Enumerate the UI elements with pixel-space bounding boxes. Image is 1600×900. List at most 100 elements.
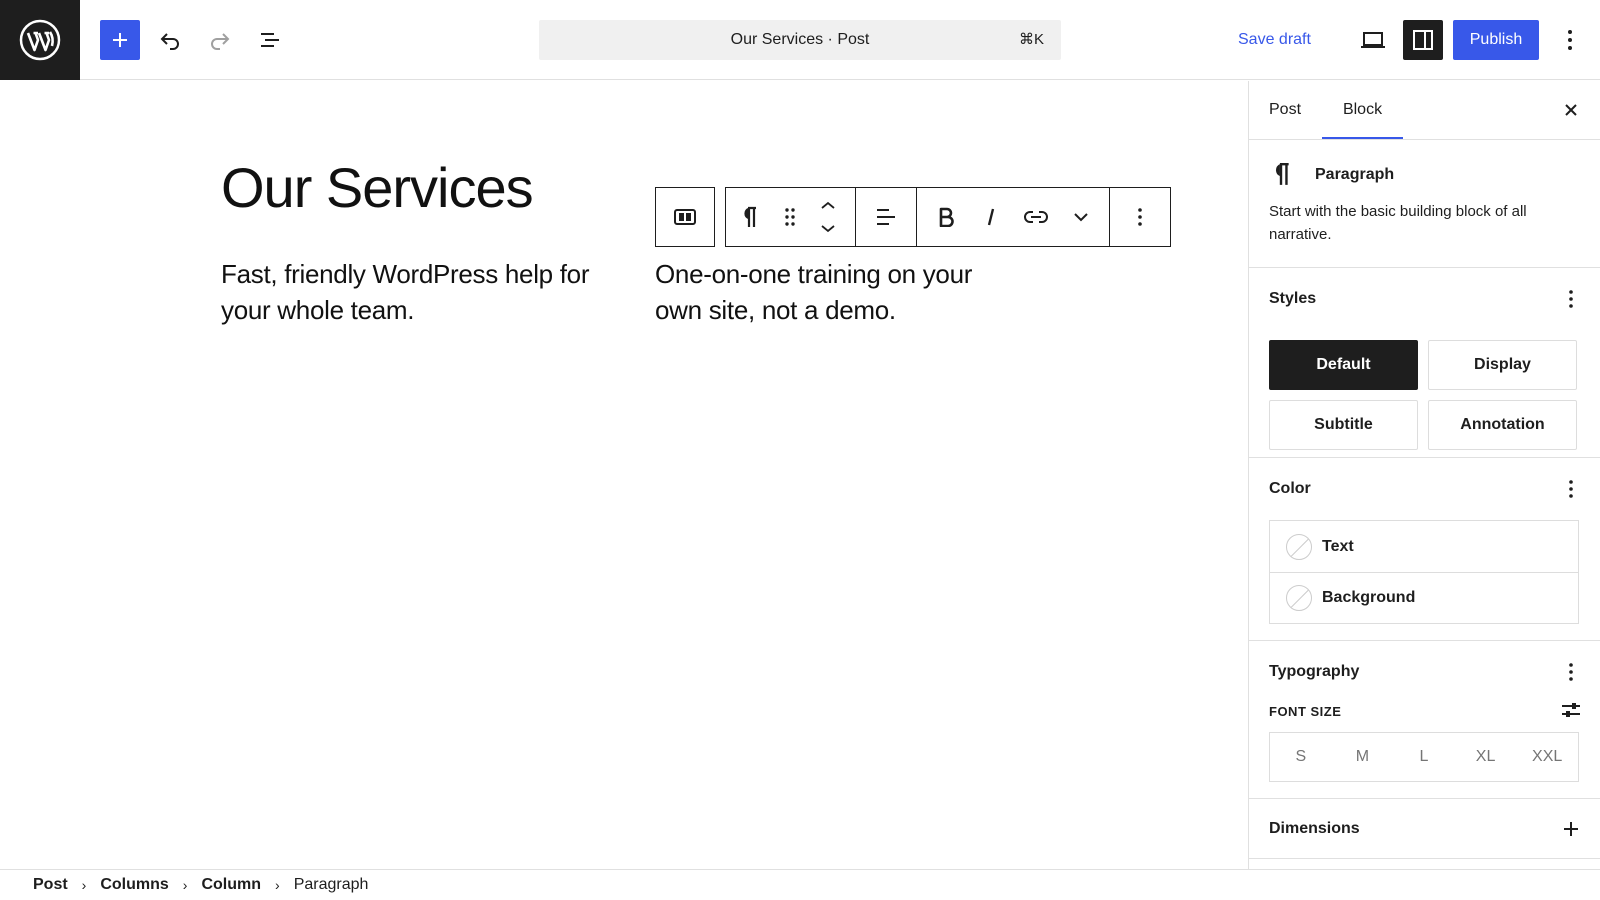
list-view-icon [261, 33, 279, 47]
link-button[interactable] [1013, 188, 1058, 246]
more-vertical-icon [1569, 290, 1573, 308]
block-options-button[interactable] [1110, 188, 1170, 246]
color-text-item[interactable]: Text [1270, 521, 1578, 572]
style-default-button[interactable]: Default [1269, 340, 1418, 390]
link-icon [1023, 211, 1048, 223]
chevron-right-icon: › [81, 877, 87, 893]
options-button[interactable] [1550, 20, 1590, 60]
dimensions-add-button[interactable] [1556, 814, 1586, 844]
typography-panel-title: Typography [1269, 663, 1360, 680]
block-options-group [1110, 187, 1171, 247]
more-vertical-icon [1569, 480, 1573, 498]
style-annotation-button[interactable]: Annotation [1428, 400, 1577, 450]
block-toolbar [655, 187, 1171, 247]
undo-icon [160, 33, 179, 50]
save-draft-button[interactable]: Save draft [1238, 20, 1311, 60]
undo-button[interactable] [150, 20, 190, 60]
add-block-button[interactable] [100, 20, 140, 60]
block-card: Paragraph Start with the basic building … [1249, 140, 1600, 268]
document-title: Our Services · Post [730, 31, 870, 48]
breadcrumb-paragraph: Paragraph [293, 876, 369, 893]
font-size-xxl[interactable]: XXL [1516, 733, 1578, 781]
drag-handle[interactable] [771, 188, 809, 246]
font-size-xl[interactable]: XL [1455, 733, 1517, 781]
bold-button[interactable] [923, 188, 968, 246]
bold-icon [939, 207, 954, 227]
plus-icon [1564, 822, 1578, 836]
paragraph-icon [743, 206, 756, 227]
editor-header: Our Services · Post ⌘K Save draft Publis… [0, 0, 1600, 80]
sidebar-tabs: Post Block [1249, 81, 1600, 140]
breadcrumb-column[interactable]: Column [201, 876, 261, 894]
sidebar-icon [1413, 30, 1433, 50]
font-size-m[interactable]: M [1332, 733, 1394, 781]
custom-font-size-button[interactable] [1556, 695, 1586, 725]
close-icon [1565, 104, 1577, 116]
tab-block[interactable]: Block [1322, 81, 1403, 139]
style-display-button[interactable]: Display [1428, 340, 1577, 390]
block-card-title: Paragraph [1315, 166, 1395, 183]
align-button[interactable] [856, 188, 916, 246]
plus-icon [113, 33, 127, 47]
typography-options-button[interactable] [1556, 657, 1586, 687]
settings-toggle-button[interactable] [1403, 20, 1443, 60]
tab-post[interactable]: Post [1249, 81, 1321, 139]
styles-panel: Styles Default Display Subtitle Annotati… [1249, 268, 1600, 458]
chevron-down-icon [1073, 213, 1088, 222]
redo-icon [211, 33, 230, 50]
align-left-icon [877, 209, 895, 225]
styles-grid: Default Display Subtitle Annotation [1269, 340, 1579, 450]
select-parent-group [655, 187, 715, 247]
shortcut-hint: ⌘K [1018, 31, 1044, 48]
chevron-up-down-icon [821, 201, 835, 233]
styles-panel-title: Styles [1269, 290, 1317, 307]
typography-panel: Typography FONT SIZE S M L XL XXL [1249, 641, 1600, 799]
post-title[interactable]: Our Services [221, 155, 534, 220]
publish-button[interactable]: Publish [1453, 20, 1539, 60]
more-rich-text-button[interactable] [1058, 188, 1103, 246]
styles-options-button[interactable] [1556, 284, 1586, 314]
block-type-button[interactable] [726, 188, 771, 246]
color-list: Text Background [1269, 520, 1579, 624]
paragraph-icon [1275, 162, 1289, 185]
settings-sidebar: Post Block Paragraph Start with the basi… [1248, 81, 1600, 869]
font-size-s[interactable]: S [1270, 733, 1332, 781]
empty-swatch-icon [1286, 533, 1312, 560]
color-options-button[interactable] [1556, 474, 1586, 504]
wordpress-logo-button[interactable] [0, 0, 80, 80]
column-paragraph-2[interactable]: One-on-one training on your own site, no… [655, 256, 1015, 328]
breadcrumb-post[interactable]: Post [33, 876, 68, 894]
style-subtitle-button[interactable]: Subtitle [1269, 400, 1418, 450]
command-palette-bar[interactable]: Our Services · Post ⌘K [539, 20, 1061, 60]
color-text-label: Text [1322, 537, 1354, 555]
breadcrumb-columns[interactable]: Columns [100, 876, 168, 894]
preview-button[interactable] [1353, 20, 1393, 60]
redo-button[interactable] [200, 20, 240, 60]
select-parent-button[interactable] [666, 188, 704, 246]
columns-icon [674, 209, 696, 225]
chevron-right-icon: › [275, 877, 280, 893]
column-paragraph-1[interactable]: Fast, friendly WordPress help for your w… [221, 256, 621, 328]
alignment-group [856, 187, 917, 247]
color-background-label: Background [1322, 589, 1416, 606]
font-size-label: FONT SIZE [1269, 704, 1342, 719]
empty-swatch-icon [1286, 585, 1312, 611]
more-vertical-icon [1568, 30, 1572, 50]
settings-sliders-icon [1562, 703, 1580, 717]
dimensions-panel: Dimensions [1249, 799, 1600, 859]
color-panel-title: Color [1269, 480, 1311, 497]
font-size-l[interactable]: L [1393, 733, 1455, 781]
move-up-down-buttons[interactable] [809, 188, 847, 246]
font-size-picker: S M L XL XXL [1269, 732, 1579, 782]
close-sidebar-button[interactable] [1554, 93, 1588, 127]
document-overview-button[interactable] [250, 20, 290, 60]
desktop-icon [1361, 32, 1385, 48]
more-vertical-icon [1138, 208, 1142, 226]
italic-icon [987, 208, 994, 226]
italic-button[interactable] [968, 188, 1013, 246]
color-background-item[interactable]: Background [1270, 572, 1578, 623]
more-vertical-icon [1569, 663, 1573, 681]
wordpress-icon [19, 19, 61, 61]
drag-handle-icon [785, 208, 795, 226]
color-panel: Color Text Background [1249, 458, 1600, 641]
